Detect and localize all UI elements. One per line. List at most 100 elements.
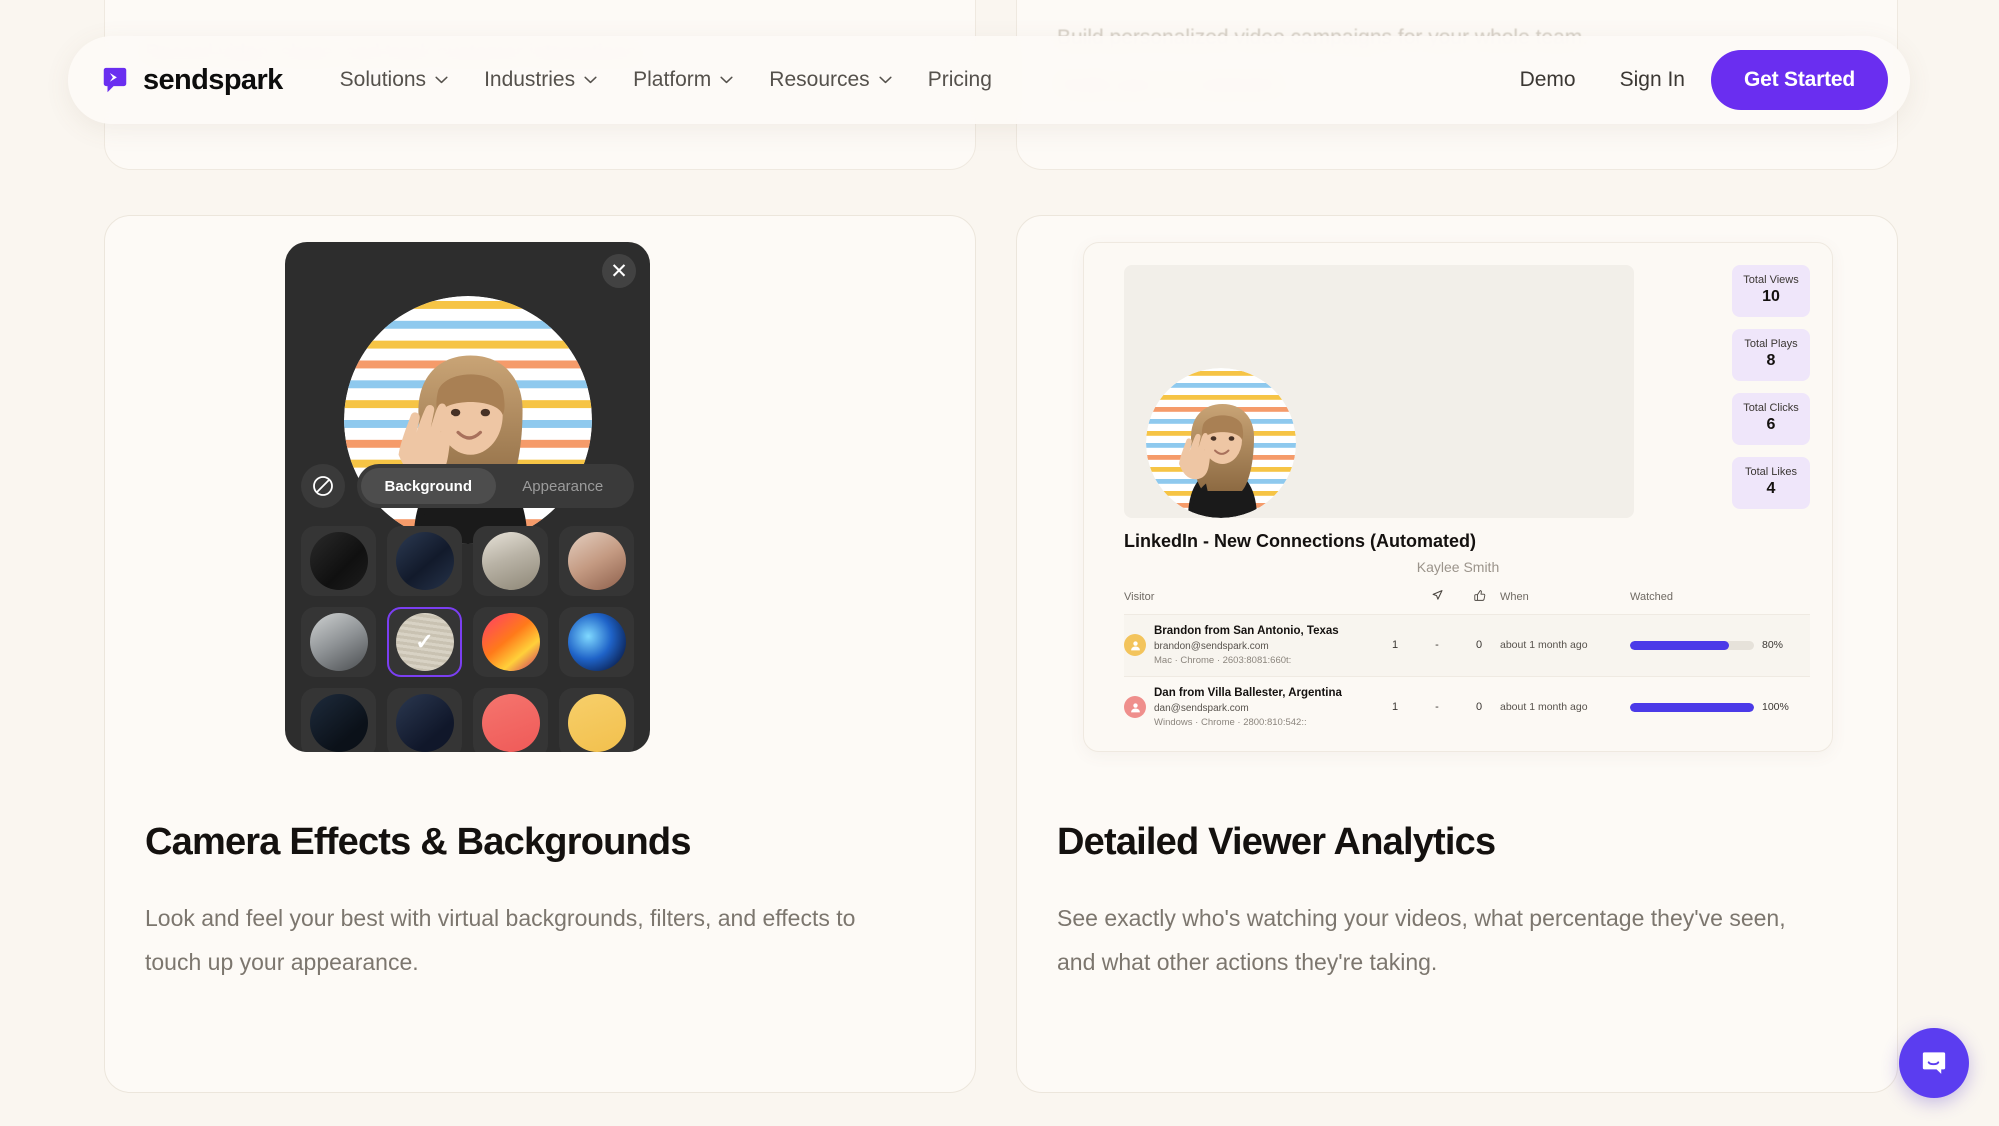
clicks-value: -	[1435, 701, 1439, 714]
camera-effects-modal: ✕ Background Appearance ✓	[285, 242, 650, 752]
nav-item-industries-label: Industries	[484, 68, 576, 91]
column-header-visitor: Visitor	[1124, 591, 1155, 603]
plays-value: 1	[1391, 701, 1399, 714]
table-body: Brandon from San Antonio, Texas brandon@…	[1124, 614, 1810, 738]
tab-appearance[interactable]: Appearance	[496, 468, 631, 504]
nav-item-industries[interactable]: Industries	[471, 58, 610, 102]
visitor-details: Dan from Villa Ballester, Argentina dan@…	[1154, 685, 1342, 730]
chat-bubble-smile-icon	[1922, 1052, 1946, 1074]
avatar	[1124, 696, 1146, 719]
background-thumbnail-grid: ✓	[301, 526, 634, 752]
column-header-when: When	[1500, 591, 1529, 603]
background-option-warm-brick-room[interactable]	[559, 526, 634, 596]
feature-card-camera-effects: ✕ Background Appearance ✓ Camera Effects…	[104, 215, 976, 1093]
stat-card: Total Likes 4	[1732, 457, 1810, 509]
background-option-blue-galaxy[interactable]	[559, 607, 634, 677]
watched-progress-fill	[1630, 640, 1730, 650]
stat-value: 4	[1766, 480, 1776, 498]
camera-controls-row: Background Appearance	[301, 464, 634, 508]
stat-value: 10	[1762, 288, 1780, 306]
nav-item-platform-label: Platform	[633, 68, 712, 91]
stat-label: Total Clicks	[1743, 401, 1799, 414]
card-title-camera: Camera Effects & Backgrounds	[145, 821, 691, 863]
likes-value: 0	[1475, 639, 1483, 652]
background-option-navy-texture[interactable]	[387, 526, 462, 596]
stat-label: Total Plays	[1744, 337, 1798, 350]
watched-progress-bar	[1630, 702, 1754, 712]
nav-item-resources-label: Resources	[769, 68, 870, 91]
table-row[interactable]: Dan from Villa Ballester, Argentina dan@…	[1124, 675, 1810, 738]
chat-launcher-button[interactable]	[1899, 1028, 1969, 1098]
nav-item-solutions-label: Solutions	[339, 68, 427, 91]
nav-item-resources[interactable]: Resources	[756, 58, 904, 102]
watched-percent-label: 80%	[1762, 639, 1784, 652]
play-icon	[1389, 589, 1402, 602]
background-option-black-texture[interactable]	[301, 526, 376, 596]
tab-background[interactable]: Background	[361, 468, 496, 504]
watched-percent-label: 100%	[1762, 701, 1789, 714]
watched-cell: 80%	[1630, 639, 1810, 651]
background-option-industrial-office[interactable]	[301, 607, 376, 677]
brand-logo-link[interactable]: sendspark	[100, 64, 283, 97]
visitor-email: dan@sendspark.com	[1154, 702, 1249, 714]
table-row[interactable]: Brandon from San Antonio, Texas brandon@…	[1124, 614, 1810, 676]
column-header-plays	[1374, 589, 1416, 605]
viewer-analytics-panel: Total Views 10 Total Plays 8 Total Click…	[1083, 242, 1833, 752]
nav-item-pricing[interactable]: Pricing	[915, 58, 1005, 102]
thumbs-up-icon	[1473, 590, 1485, 601]
visitor-cell: Brandon from San Antonio, Texas brandon@…	[1124, 623, 1374, 668]
nav-item-platform[interactable]: Platform	[620, 58, 746, 102]
visitor-name: Dan from Villa Ballester, Argentina	[1154, 686, 1342, 699]
brand-name: sendspark	[143, 63, 283, 96]
background-option-navy-rock-texture[interactable]	[387, 688, 462, 752]
background-option-orange-red-waves[interactable]	[473, 607, 548, 677]
background-swatch	[567, 613, 626, 671]
nav-actions: Demo Sign In Get Started	[1502, 50, 1888, 110]
video-author: Kaylee Smith	[1416, 559, 1500, 575]
stat-value: 6	[1766, 416, 1776, 434]
chevron-down-icon	[720, 76, 733, 84]
background-option-yellow-solid[interactable]	[559, 688, 634, 752]
visitor-cell: Dan from Villa Ballester, Argentina dan@…	[1124, 685, 1374, 730]
column-header-likes	[1458, 589, 1500, 605]
background-option-beige-wave-pattern[interactable]: ✓	[387, 607, 462, 677]
close-icon[interactable]: ✕	[602, 254, 636, 288]
feature-card-analytics: Total Views 10 Total Plays 8 Total Click…	[1016, 215, 1898, 1093]
card-description-analytics: See exactly who's watching your videos, …	[1057, 905, 1786, 975]
clicks-value: -	[1435, 639, 1439, 652]
video-preview-avatar	[1146, 368, 1296, 518]
visitor-name: Brandon from San Antonio, Texas	[1154, 625, 1339, 637]
watched-progress-fill	[1630, 702, 1754, 712]
sign-in-link[interactable]: Sign In	[1602, 58, 1703, 102]
when-value: about 1 month ago	[1500, 639, 1588, 652]
video-title: LinkedIn - New Connections (Automated)	[1124, 531, 1477, 551]
prohibition-icon	[313, 476, 333, 496]
likes-value: 0	[1475, 701, 1483, 714]
background-option-bright-living-room[interactable]	[473, 526, 548, 596]
avatar	[1124, 634, 1146, 657]
background-swatch	[481, 694, 540, 752]
sendspark-play-bubble-logo-icon	[103, 67, 127, 93]
video-preview[interactable]	[1124, 265, 1634, 518]
main-navigation-bar: sendspark Solutions Industries Platform …	[68, 36, 1910, 124]
background-swatch	[309, 613, 368, 671]
background-swatch	[567, 694, 626, 752]
get-started-button[interactable]: Get Started	[1711, 50, 1888, 110]
camera-tab-bar: Background Appearance	[357, 464, 634, 508]
background-option-coral-solid[interactable]	[473, 688, 548, 752]
card-description-camera: Look and feel your best with virtual bac…	[145, 905, 856, 975]
background-option-dark-blue-texture[interactable]	[301, 688, 376, 752]
no-background-prohibition-icon[interactable]	[301, 464, 345, 508]
checkmark-icon: ✓	[415, 629, 434, 654]
demo-link[interactable]: Demo	[1502, 58, 1594, 102]
nav-item-solutions[interactable]: Solutions	[327, 58, 461, 102]
visitor-device-meta: Mac · Chrome · 2603:8081:660t:	[1154, 655, 1292, 667]
webcam-person-image	[1146, 368, 1296, 518]
visitor-details: Brandon from San Antonio, Texas brandon@…	[1154, 623, 1339, 668]
card-title-analytics: Detailed Viewer Analytics	[1057, 821, 1496, 863]
when-value: about 1 month ago	[1500, 701, 1588, 714]
watched-progress-bar	[1630, 640, 1754, 650]
background-swatch	[481, 532, 540, 590]
table-header-row: Visitor When Watched	[1124, 589, 1810, 614]
watched-cell: 100%	[1630, 701, 1810, 713]
